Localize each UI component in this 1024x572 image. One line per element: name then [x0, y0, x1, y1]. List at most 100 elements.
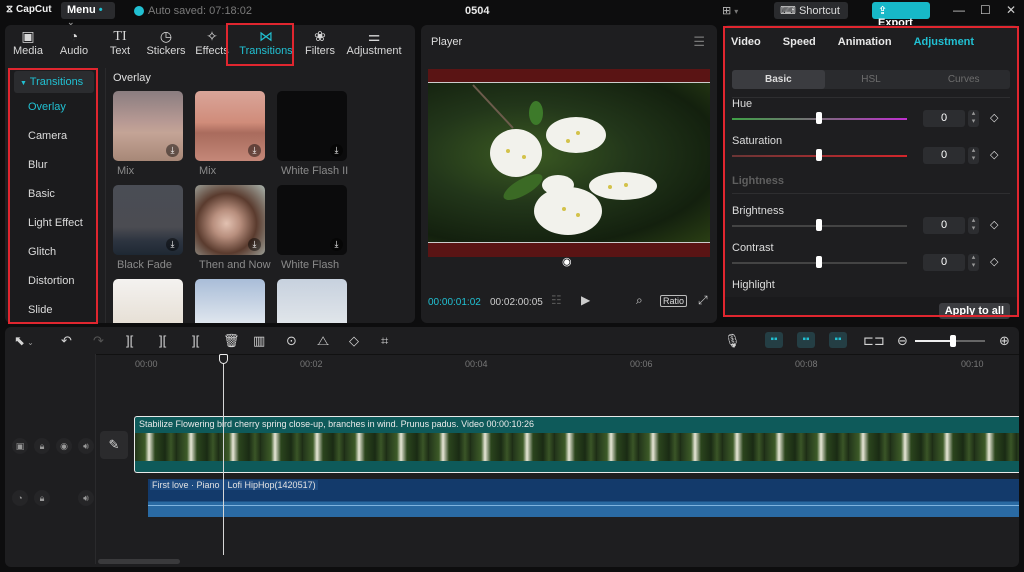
tab-text[interactable]: TI Text — [97, 25, 143, 63]
mirror-button[interactable]: ⧍ — [317, 333, 329, 349]
category-item[interactable]: Distortion — [10, 267, 98, 296]
main-track-magnet[interactable]: ▪▪ — [765, 332, 783, 348]
transition-thumb[interactable]: ⤓ — [113, 185, 183, 255]
apply-to-all-button[interactable]: Apply to all — [938, 303, 1010, 319]
eye-icon[interactable]: ◉ — [56, 438, 72, 454]
waveform-toggle[interactable]: ☷ — [551, 293, 562, 307]
slider-knob[interactable] — [816, 219, 822, 231]
tab-stickers[interactable]: ◷ Stickers — [143, 25, 189, 63]
play-button[interactable]: ▶ — [581, 293, 590, 307]
tab-animation[interactable]: Animation — [838, 36, 892, 48]
rotate-handle[interactable]: ◉ — [562, 255, 572, 268]
ratio-button[interactable]: Ratio — [660, 295, 688, 307]
linkage-toggle[interactable]: ▪▪ — [829, 332, 847, 348]
preview-axis-toggle[interactable]: ⊏⊐ — [863, 333, 885, 349]
subtab-basic[interactable]: Basic — [732, 70, 825, 89]
contrast-stepper[interactable]: ▴ ▾ — [968, 254, 979, 271]
menu-button[interactable]: Menu • ⌄ — [61, 2, 115, 27]
split-right-button[interactable]: ][ — [192, 333, 199, 348]
category-item[interactable]: Basic — [10, 180, 98, 209]
slider-knob[interactable] — [950, 335, 956, 347]
category-item[interactable]: Light Effect — [10, 209, 98, 238]
shortcut-button[interactable]: ⌨ Shortcut — [774, 2, 848, 19]
keyframe-button[interactable]: ◇ — [990, 111, 998, 124]
zoom-in-button[interactable]: ⊕ — [999, 333, 1010, 349]
split-button[interactable]: ][ — [126, 333, 133, 348]
transition-thumb[interactable] — [113, 279, 183, 323]
reverse-button[interactable]: ⊙ — [286, 333, 297, 349]
slider-knob[interactable] — [816, 149, 822, 161]
transition-thumb[interactable]: ⤓ — [195, 185, 265, 255]
saturation-stepper[interactable]: ▴ ▾ — [968, 147, 979, 164]
undo-button[interactable]: ↶ — [61, 333, 72, 349]
contrast-input[interactable]: 0 — [923, 254, 965, 271]
contrast-slider[interactable] — [732, 256, 907, 268]
export-button[interactable]: ⇪ Export — [872, 2, 930, 29]
minimize-button[interactable]: — — [953, 3, 965, 17]
lock-icon[interactable]: 🔒︎ — [34, 438, 50, 454]
tab-effects[interactable]: ✧ Effects — [189, 25, 235, 63]
auto-snap-toggle[interactable]: ▪▪ — [797, 332, 815, 348]
brightness-slider[interactable] — [732, 219, 907, 231]
tab-media[interactable]: ▣ Media — [5, 25, 51, 63]
zoom-fit-button[interactable]: ⌕ — [636, 293, 643, 308]
keyframe-button[interactable]: ◇ — [990, 255, 998, 268]
close-button[interactable]: ✕ — [1006, 3, 1016, 17]
category-item[interactable]: Slide — [10, 296, 98, 325]
category-item[interactable]: Camera — [10, 122, 98, 151]
tab-adjustment[interactable]: Adjustment — [914, 36, 975, 48]
transition-thumb[interactable] — [195, 279, 265, 323]
rotate-button[interactable]: ◇ — [349, 333, 359, 349]
playhead[interactable] — [223, 355, 224, 555]
transition-thumb[interactable]: ⤓ — [277, 91, 347, 161]
playhead-handle[interactable] — [219, 354, 228, 364]
hue-input[interactable]: 0 — [923, 110, 965, 127]
brightness-input[interactable]: 0 — [923, 217, 965, 234]
tab-transitions[interactable]: ⋈ Transitions — [235, 25, 297, 63]
tab-filters[interactable]: ❀ Filters — [297, 25, 343, 63]
lock-icon[interactable]: 🔒︎ — [34, 490, 50, 506]
audio-clip[interactable]: First love · Piano · Lofi HipHop(1420517… — [148, 479, 1019, 517]
maximize-button[interactable]: ☐ — [980, 3, 991, 17]
category-header[interactable]: ▼ Transitions — [14, 71, 94, 93]
player-menu-button[interactable]: ☰ — [693, 34, 705, 50]
category-item[interactable]: Blur — [10, 151, 98, 180]
keyframe-button[interactable]: ◇ — [990, 148, 998, 161]
subtab-curves[interactable]: Curves — [917, 70, 1010, 89]
freeze-button[interactable]: ▥ — [253, 333, 265, 349]
video-preview[interactable] — [428, 69, 710, 257]
slider-knob[interactable] — [816, 256, 822, 268]
saturation-slider[interactable] — [732, 149, 907, 161]
fullscreen-button[interactable]: ⤢ — [698, 293, 708, 308]
subtab-hsl[interactable]: HSL — [825, 70, 918, 89]
zoom-out-button[interactable]: ⊖ — [897, 333, 908, 349]
cover-button[interactable]: ✎ — [100, 431, 128, 459]
crop-button[interactable]: ⌗ — [381, 333, 388, 349]
video-clip[interactable]: Stabilize Flowering bird cherry spring c… — [134, 416, 1019, 473]
hue-slider[interactable] — [732, 112, 907, 124]
keyframe-button[interactable]: ◇ — [990, 218, 998, 231]
hue-stepper[interactable]: ▴ ▾ — [968, 110, 979, 127]
category-item[interactable]: Overlay — [10, 93, 98, 122]
tab-speed[interactable]: Speed — [783, 36, 816, 48]
transition-thumb[interactable] — [277, 279, 347, 323]
volume-icon[interactable]: 🔊︎ — [78, 438, 94, 454]
transition-thumb[interactable]: ⤓ — [277, 185, 347, 255]
redo-button[interactable]: ↷ — [93, 333, 104, 349]
split-left-button[interactable]: ][ — [159, 333, 166, 348]
time-ruler[interactable]: 00:00 00:02 00:04 00:06 00:08 00:10 — [95, 354, 1019, 369]
layout-button[interactable]: ⊞ ▾ — [722, 4, 738, 17]
tab-video[interactable]: Video — [731, 36, 761, 48]
category-item[interactable]: Glitch — [10, 238, 98, 267]
tab-audio[interactable]: ◔ Audio — [51, 25, 97, 63]
transition-thumb[interactable]: ⤓ — [113, 91, 183, 161]
transition-thumb[interactable]: ⤓ — [195, 91, 265, 161]
volume-icon[interactable]: 🔊︎ — [78, 490, 94, 506]
brightness-stepper[interactable]: ▴ ▾ — [968, 217, 979, 234]
horizontal-scrollbar[interactable] — [98, 559, 180, 564]
record-button[interactable]: 🎙︎ — [724, 333, 741, 349]
tab-adjustment[interactable]: ⚌ Adjustment — [343, 25, 405, 63]
delete-button[interactable]: 🗑︎ — [223, 333, 240, 349]
select-tool[interactable]: ⬉ ⌄ — [14, 333, 34, 349]
timeline-zoom-slider[interactable] — [915, 335, 985, 347]
